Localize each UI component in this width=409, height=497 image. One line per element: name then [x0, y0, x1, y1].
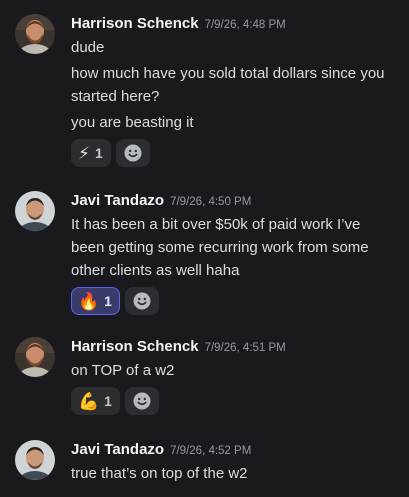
message-text: It has been a bit over $50k of paid work…: [71, 216, 369, 279]
smiley-add-reaction-icon: [133, 292, 151, 310]
message-text: dude: [71, 39, 105, 56]
add-reaction-button[interactable]: [124, 287, 159, 315]
message-text: on TOP of a w2: [71, 362, 175, 379]
message-text: true that’s on top of the w2: [71, 465, 248, 482]
message-text: how much have you sold total dollars sin…: [71, 65, 385, 105]
smiley-add-reaction-icon: [124, 144, 142, 162]
avatar-javi[interactable]: [15, 440, 55, 480]
lightning-emoji-icon: ⚡: [78, 143, 90, 163]
reactions-bar: 🔥 1: [71, 287, 399, 315]
author-name[interactable]: Javi Tandazo: [71, 192, 164, 209]
fire-emoji-icon: 🔥: [78, 291, 100, 311]
reaction-fire[interactable]: 🔥 1: [71, 287, 120, 315]
smiley-add-reaction-icon: [133, 392, 151, 410]
reactions-bar: 💪 1: [71, 387, 399, 415]
message-text: you are beasting it: [71, 114, 194, 131]
reaction-count: 1: [104, 393, 112, 409]
reaction-count: 1: [104, 293, 112, 309]
avatar-harrison[interactable]: [15, 337, 55, 377]
message-timestamp[interactable]: 7/9/26, 4:50 PM: [170, 196, 251, 208]
chat-message-list: Harrison Schenck 7/9/26, 4:48 PM dude how…: [0, 0, 409, 497]
flexed-biceps-emoji-icon: 💪: [78, 391, 100, 411]
avatar-harrison[interactable]: [15, 14, 55, 54]
author-name[interactable]: Harrison Schenck: [71, 338, 199, 355]
avatar-javi[interactable]: [15, 191, 55, 231]
message-timestamp[interactable]: 7/9/26, 4:48 PM: [205, 19, 286, 31]
author-name[interactable]: Javi Tandazo: [71, 441, 164, 458]
author-name[interactable]: Harrison Schenck: [71, 15, 199, 32]
reactions-bar: ⚡ 1: [71, 139, 399, 167]
message-timestamp[interactable]: 7/9/26, 4:51 PM: [205, 342, 286, 354]
add-reaction-button[interactable]: [115, 139, 150, 167]
reaction-flexed-biceps[interactable]: 💪 1: [71, 387, 120, 415]
reaction-lightning[interactable]: ⚡ 1: [71, 139, 111, 167]
reaction-count: 1: [94, 145, 103, 161]
add-reaction-button[interactable]: [124, 387, 159, 415]
message-timestamp[interactable]: 7/9/26, 4:52 PM: [170, 445, 251, 457]
